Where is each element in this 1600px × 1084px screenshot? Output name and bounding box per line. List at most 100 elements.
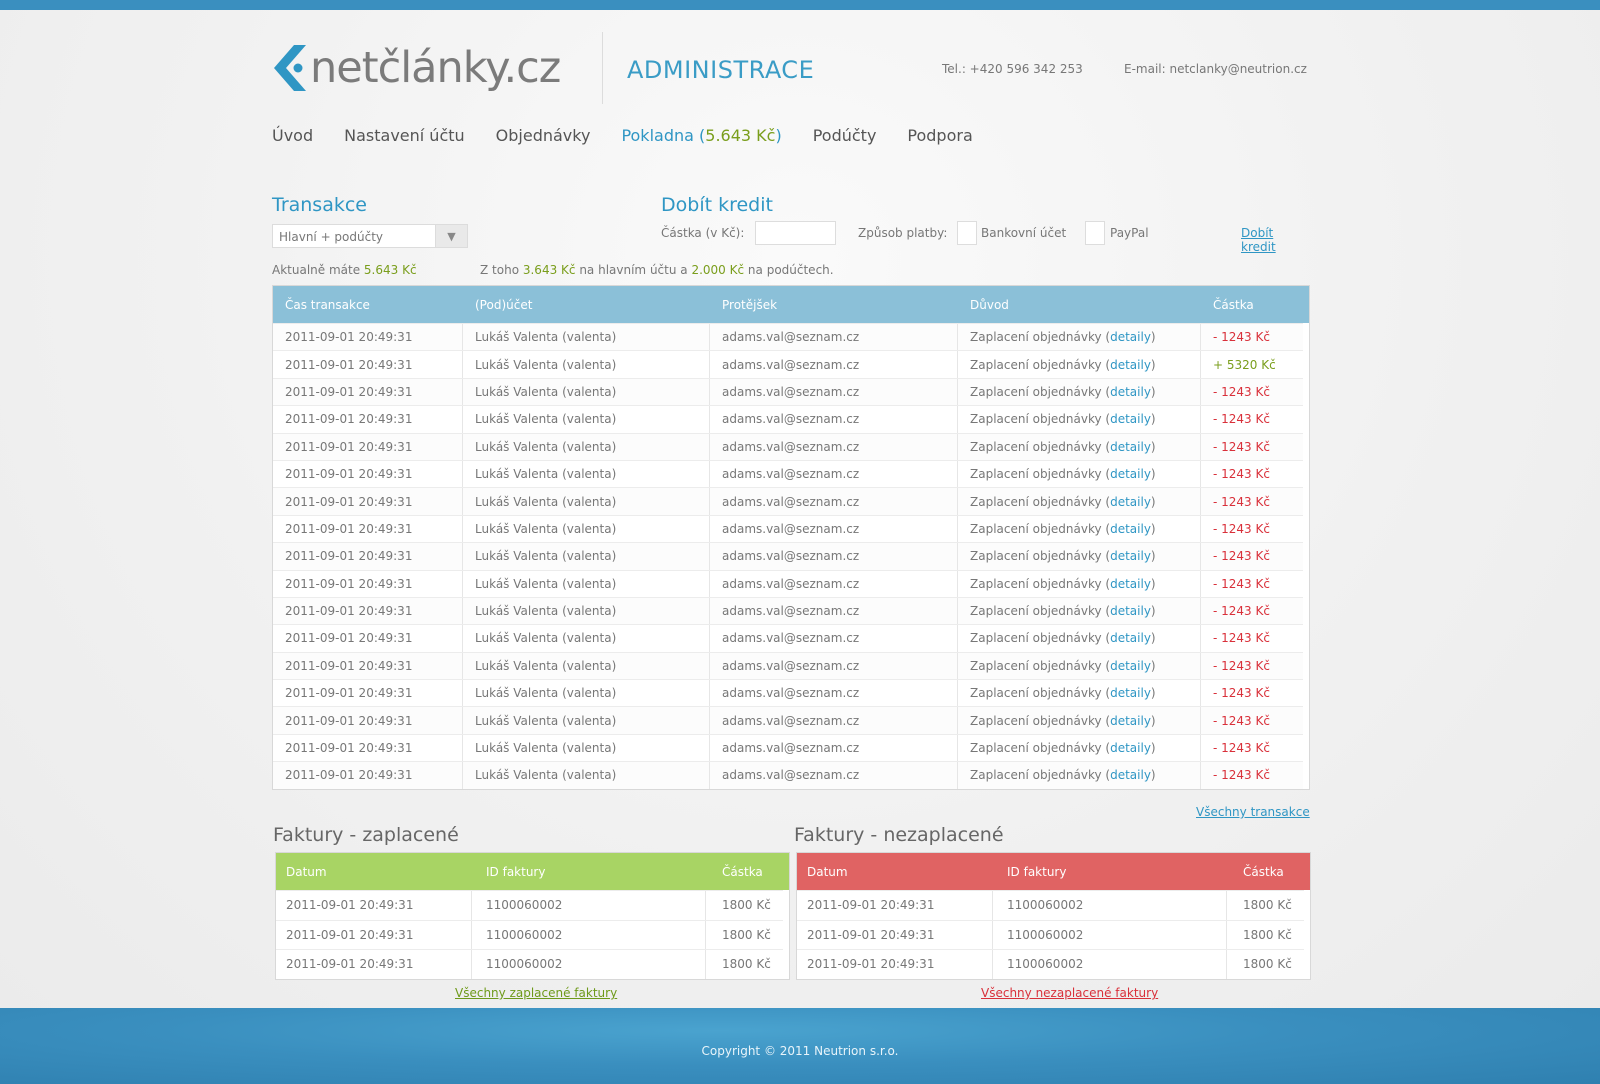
- table-row[interactable]: 2011-09-01 20:49:31 Lukáš Valenta (valent…: [273, 487, 1303, 515]
- reason-text: Zaplacení objednávky: [970, 658, 1102, 673]
- cell-counterparty: adams.val@seznam.cz: [710, 324, 958, 351]
- detail-link[interactable]: detaily: [1110, 440, 1151, 454]
- detail-link[interactable]: detaily: [1110, 522, 1151, 536]
- detail-link[interactable]: detaily: [1110, 741, 1151, 755]
- nav-pokladna-amount: 5.643 Kč: [705, 126, 776, 145]
- all-paid-invoices-link[interactable]: Všechny zaplacené faktury: [455, 986, 617, 1000]
- detail-link[interactable]: detaily: [1110, 385, 1151, 399]
- cell-time: 2011-09-01 20:49:31: [273, 433, 463, 460]
- bank-account-checkbox[interactable]: [957, 221, 977, 245]
- cell-reason: Zaplacení objednávky (detaily): [958, 597, 1201, 625]
- col-header-counterparty[interactable]: Protějšek: [710, 286, 958, 323]
- table-row[interactable]: 2011-09-01 20:49:31 Lukáš Valenta (valent…: [273, 405, 1303, 433]
- table-row[interactable]: 2011-09-01 20:49:31 Lukáš Valenta (valent…: [273, 350, 1303, 378]
- cell-time: 2011-09-01 20:49:31: [273, 543, 463, 570]
- table-row[interactable]: 2011-09-01 20:49:31 Lukáš Valenta (valent…: [273, 706, 1303, 734]
- site-logo[interactable]: netčlánky.cz: [272, 40, 561, 96]
- cell-amount: 1800 Kč: [1243, 927, 1292, 942]
- detail-link[interactable]: detaily: [1110, 495, 1151, 509]
- paypal-label: PayPal: [1110, 226, 1149, 240]
- table-row[interactable]: 2011-09-01 20:49:31 Lukáš Valenta (valent…: [273, 569, 1303, 597]
- table-row[interactable]: 2011-09-01 20:49:31 Lukáš Valenta (valent…: [273, 761, 1303, 789]
- unpaid-col-amount[interactable]: Částka: [1227, 853, 1310, 890]
- paid-col-amount[interactable]: Částka: [706, 853, 789, 890]
- all-unpaid-invoices-link[interactable]: Všechny nezaplacené faktury: [981, 986, 1158, 1000]
- detail-link[interactable]: detaily: [1110, 604, 1151, 618]
- table-row[interactable]: 2011-09-01 20:49:31 Lukáš Valenta (valent…: [273, 514, 1303, 543]
- table-row[interactable]: 2011-09-01 20:49:31 Lukáš Valenta (valent…: [273, 679, 1303, 707]
- cell-counterparty: adams.val@seznam.cz: [710, 597, 958, 625]
- chevron-down-icon[interactable]: ▼: [435, 225, 467, 247]
- col-header-amount[interactable]: Částka: [1201, 286, 1309, 323]
- detail-link[interactable]: detaily: [1110, 659, 1151, 673]
- col-header-time[interactable]: Čas transakce: [273, 286, 463, 323]
- table-row[interactable]: 2011-09-01 20:49:31 Lukáš Valenta (valent…: [273, 432, 1303, 460]
- cell-reason: Zaplacení objednávky (detaily): [958, 680, 1201, 707]
- table-row[interactable]: 2011-09-01 20:49:31 Lukáš Valenta (valent…: [273, 624, 1303, 652]
- amount-input[interactable]: [755, 221, 836, 245]
- nav-item-poducty[interactable]: Podúčty: [813, 126, 877, 145]
- table-row[interactable]: 2011-09-01 20:49:31 1100060002 1800 Kč: [797, 890, 1304, 920]
- cell-time: 2011-09-01 20:49:31: [273, 324, 463, 351]
- cell-reason: Zaplacení objednávky (detaily): [958, 652, 1201, 680]
- all-transactions-link[interactable]: Všechny transakce: [1196, 805, 1310, 819]
- table-row[interactable]: 2011-09-01 20:49:31 Lukáš Valenta (valent…: [273, 323, 1303, 351]
- cell-time: 2011-09-01 20:49:31: [273, 734, 463, 762]
- cell-invoice-id: 1100060002: [472, 920, 706, 949]
- cell-amount: 1800 Kč: [1243, 898, 1292, 913]
- table-row[interactable]: 2011-09-01 20:49:31 Lukáš Valenta (valent…: [273, 651, 1303, 680]
- cell-amount: - 1243 Kč: [1213, 604, 1270, 619]
- detail-link[interactable]: detaily: [1110, 549, 1151, 563]
- table-row[interactable]: 2011-09-01 20:49:31 Lukáš Valenta (valent…: [273, 733, 1303, 762]
- nav-item-objednavky[interactable]: Objednávky: [496, 126, 591, 145]
- table-row[interactable]: 2011-09-01 20:49:31 Lukáš Valenta (valent…: [273, 377, 1303, 406]
- table-row[interactable]: 2011-09-01 20:49:31 1100060002 1800 Kč: [797, 919, 1304, 949]
- detail-link[interactable]: detaily: [1110, 467, 1151, 481]
- cell-time: 2011-09-01 20:49:31: [273, 460, 463, 488]
- cell-invoice-id: 1100060002: [993, 920, 1227, 949]
- table-row[interactable]: 2011-09-01 20:49:31 Lukáš Valenta (valent…: [273, 542, 1303, 570]
- cell-date: 2011-09-01 20:49:31: [797, 950, 993, 979]
- col-header-account[interactable]: (Pod)účet: [463, 286, 710, 323]
- unpaid-col-date[interactable]: Datum: [797, 853, 993, 890]
- cell-reason: Zaplacení objednávky (detaily): [958, 378, 1201, 406]
- cell-time: 2011-09-01 20:49:31: [273, 707, 463, 734]
- paypal-checkbox[interactable]: [1085, 221, 1105, 245]
- cell-date: 2011-09-01 20:49:31: [276, 891, 472, 920]
- paid-col-id[interactable]: ID faktury: [472, 853, 706, 890]
- balance-prefix: Aktualně máte: [272, 263, 361, 277]
- nav-item-podpora[interactable]: Podpora: [907, 126, 972, 145]
- table-row[interactable]: 2011-09-01 20:49:31 1100060002 1800 Kč: [276, 919, 783, 949]
- unpaid-invoices-title: Faktury - nezaplacené: [794, 824, 1004, 846]
- detail-link[interactable]: detaily: [1110, 358, 1151, 372]
- cell-account: Lukáš Valenta (valenta): [463, 433, 710, 460]
- detail-link[interactable]: detaily: [1110, 330, 1151, 344]
- unpaid-col-id[interactable]: ID faktury: [993, 853, 1227, 890]
- nav-item-nastaveni-uctu[interactable]: Nastavení účtu: [344, 126, 465, 145]
- cell-amount: 1800 Kč: [722, 927, 771, 942]
- copyright-text: Copyright © 2011 Neutrion s.r.o.: [701, 1044, 899, 1058]
- transakce-title: Transakce: [272, 194, 367, 216]
- nav-item-pokladna[interactable]: Pokladna (5.643 Kč): [621, 126, 781, 145]
- detail-link[interactable]: detaily: [1110, 412, 1151, 426]
- cell-date: 2011-09-01 20:49:31: [276, 950, 472, 979]
- detail-link[interactable]: detaily: [1110, 686, 1151, 700]
- cell-reason: Zaplacení objednávky (detaily): [958, 433, 1201, 460]
- paid-col-date[interactable]: Datum: [276, 853, 472, 890]
- detail-link[interactable]: detaily: [1110, 631, 1151, 645]
- detail-link[interactable]: detaily: [1110, 714, 1151, 728]
- table-row[interactable]: 2011-09-01 20:49:31 1100060002 1800 Kč: [797, 949, 1304, 979]
- account-filter-select[interactable]: Hlavní + podúčty ▼: [272, 224, 468, 248]
- table-row[interactable]: 2011-09-01 20:49:31 Lukáš Valenta (valent…: [273, 596, 1303, 625]
- table-row[interactable]: 2011-09-01 20:49:31 1100060002 1800 Kč: [276, 949, 783, 979]
- cell-amount: - 1243 Kč: [1213, 713, 1270, 728]
- col-header-reason[interactable]: Důvod: [958, 286, 1201, 323]
- cell-account: Lukáš Valenta (valenta): [463, 378, 710, 406]
- detail-link[interactable]: detaily: [1110, 577, 1151, 591]
- dobit-kredit-link[interactable]: Dobít kredit: [1241, 226, 1311, 254]
- table-row[interactable]: 2011-09-01 20:49:31 Lukáš Valenta (valent…: [273, 459, 1303, 488]
- detail-link[interactable]: detaily: [1110, 768, 1151, 782]
- cell-invoice-id: 1100060002: [472, 891, 706, 920]
- nav-item-uvod[interactable]: Úvod: [272, 126, 313, 145]
- table-row[interactable]: 2011-09-01 20:49:31 1100060002 1800 Kč: [276, 890, 783, 920]
